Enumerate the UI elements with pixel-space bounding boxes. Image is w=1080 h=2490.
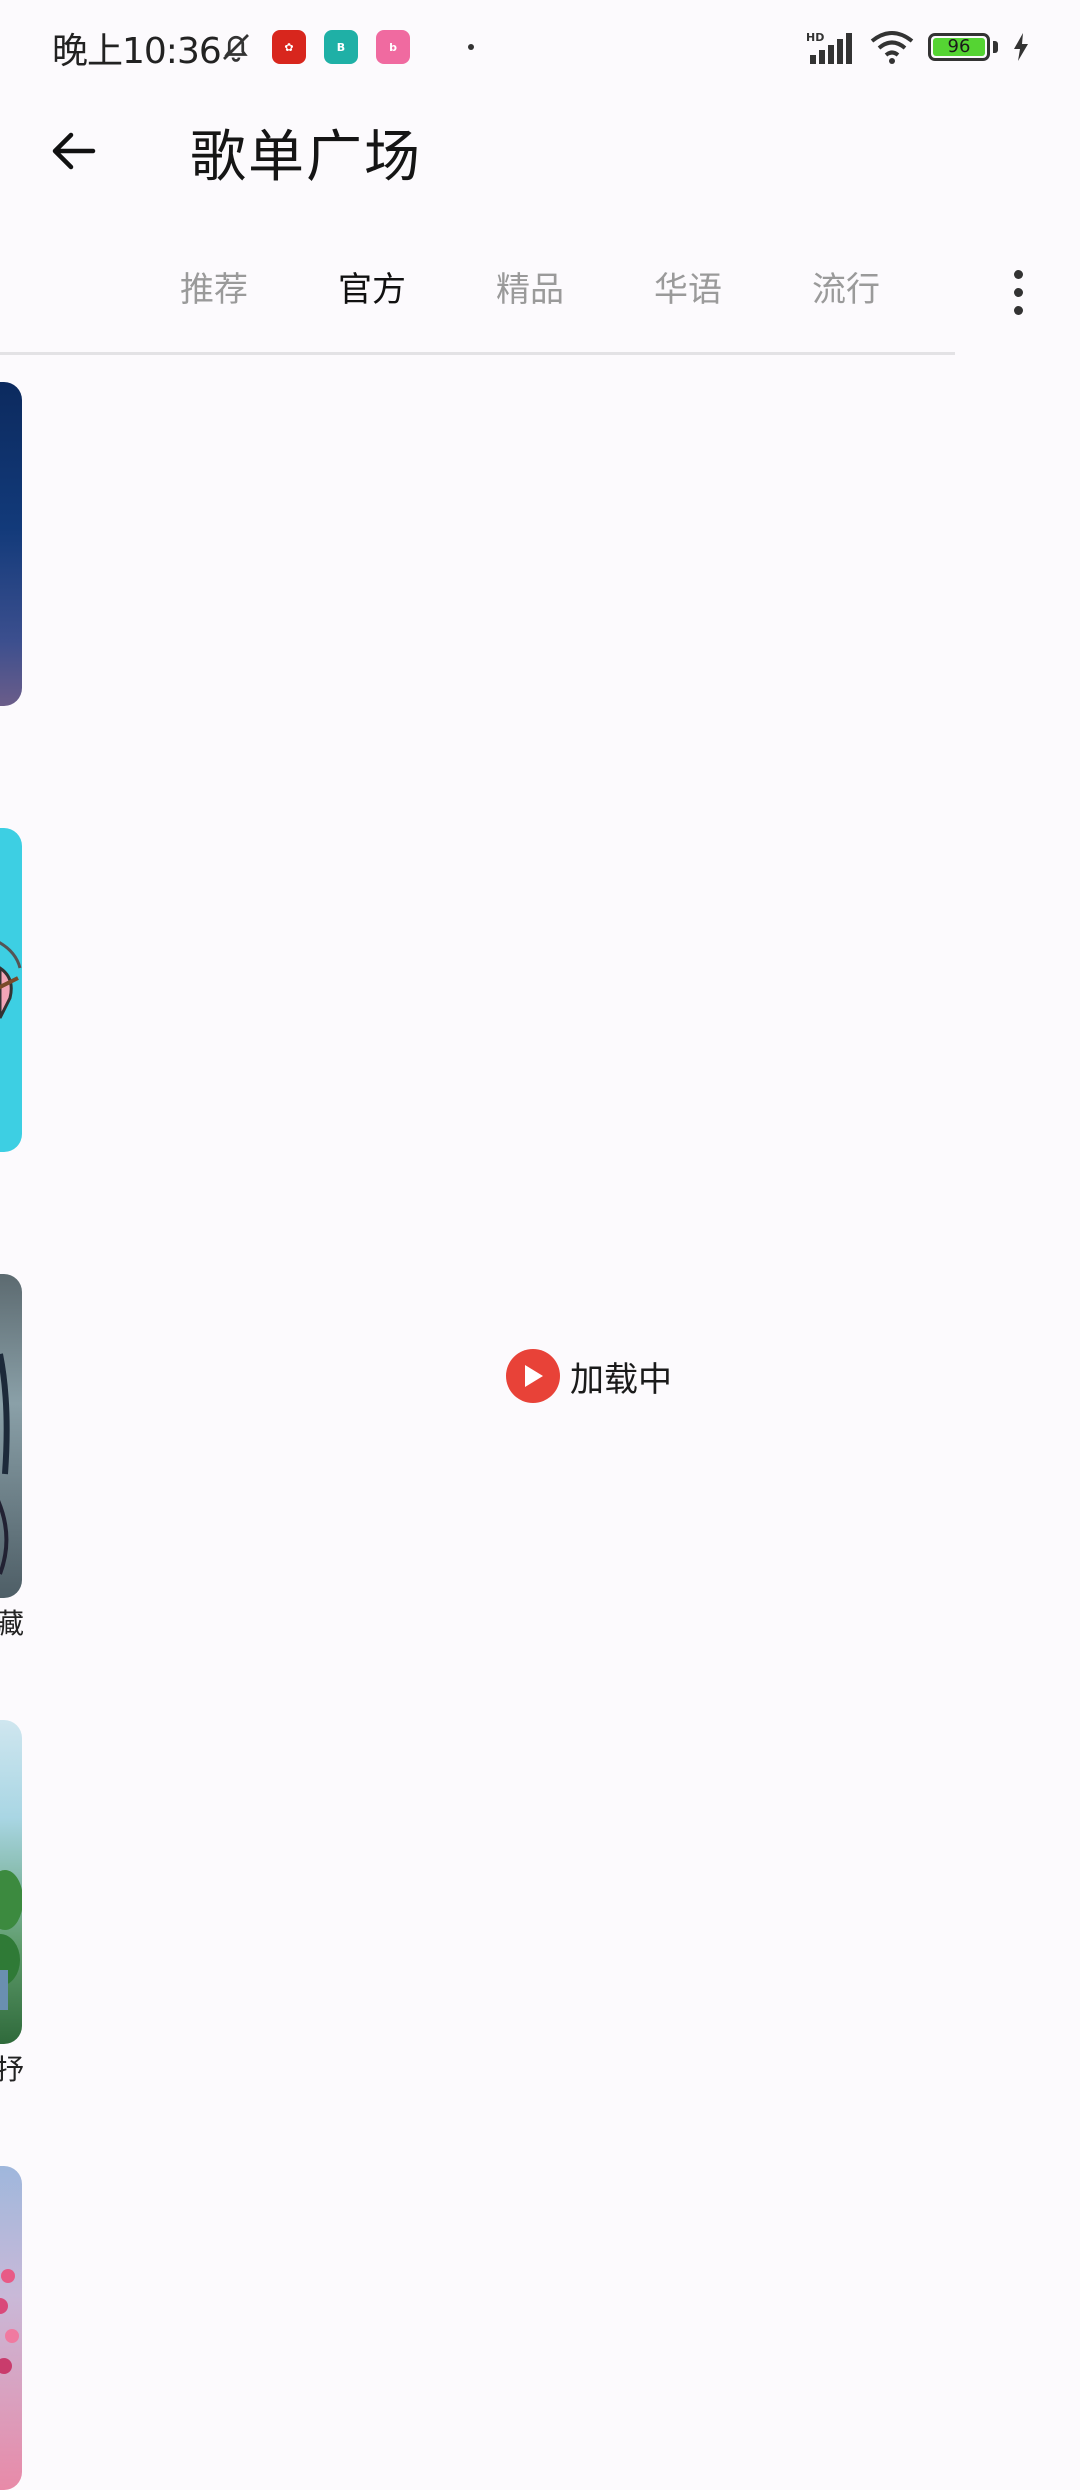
more-dot-icon	[1013, 287, 1023, 297]
charging-icon	[1014, 33, 1028, 61]
play-circle-icon	[506, 1349, 560, 1403]
playlist-cover[interactable]	[0, 1274, 22, 1598]
playlist-cover[interactable]	[0, 2166, 22, 2490]
cover-artwork	[0, 2269, 19, 2374]
loading-indicator: 加载中	[506, 1349, 672, 1403]
battery-nub	[993, 41, 998, 53]
boss-app-notification-icon: B	[324, 30, 358, 64]
cover-artwork	[0, 1870, 22, 2010]
loading-text: 加载中	[570, 1359, 672, 1400]
tabs-divider	[0, 352, 955, 355]
signal-icon: HD	[806, 31, 852, 64]
cover-artwork	[0, 941, 22, 1019]
tab-recommended[interactable]: 推荐	[180, 262, 338, 322]
cover-artwork	[0, 1353, 10, 1575]
arrow-left-icon	[52, 132, 96, 170]
more-options-button[interactable]	[1000, 262, 1036, 322]
category-tabs: 推荐 官方 精品 华语 流行	[180, 262, 970, 322]
playlist-cover[interactable]	[0, 382, 22, 706]
wifi-icon	[870, 31, 914, 64]
battery-level: 96	[947, 36, 971, 57]
battery-icon: 96	[928, 33, 990, 61]
playlist-cover[interactable]	[0, 828, 22, 1152]
page-title: 歌单广场	[190, 125, 422, 190]
notification-icons: ✿ B b	[218, 26, 474, 68]
system-icons: HD 96	[806, 24, 1030, 70]
tab-official[interactable]: 官方	[338, 262, 496, 322]
back-button[interactable]	[40, 118, 106, 184]
status-time: 晚上10:36	[52, 31, 222, 72]
more-dot-icon	[1013, 269, 1023, 279]
tab-pop[interactable]: 流行	[812, 262, 970, 322]
more-notifications-dot-icon	[468, 44, 474, 50]
more-dot-icon	[1013, 305, 1023, 315]
playlist-caption: 抒	[0, 2053, 25, 2086]
bilibili-notification-icon: b	[376, 30, 410, 64]
tab-chinese[interactable]: 华语	[654, 262, 812, 322]
network-type-label: HD	[806, 31, 824, 44]
playlist-cover[interactable]	[0, 1720, 22, 2044]
status-bar: 晚上10:36 ✿ B b HD 96	[0, 0, 1080, 96]
app-notification-icon: ✿	[272, 30, 306, 64]
tab-premium[interactable]: 精品	[496, 262, 654, 322]
playlist-caption: 藏	[0, 1607, 25, 1640]
bell-off-icon	[223, 34, 249, 62]
